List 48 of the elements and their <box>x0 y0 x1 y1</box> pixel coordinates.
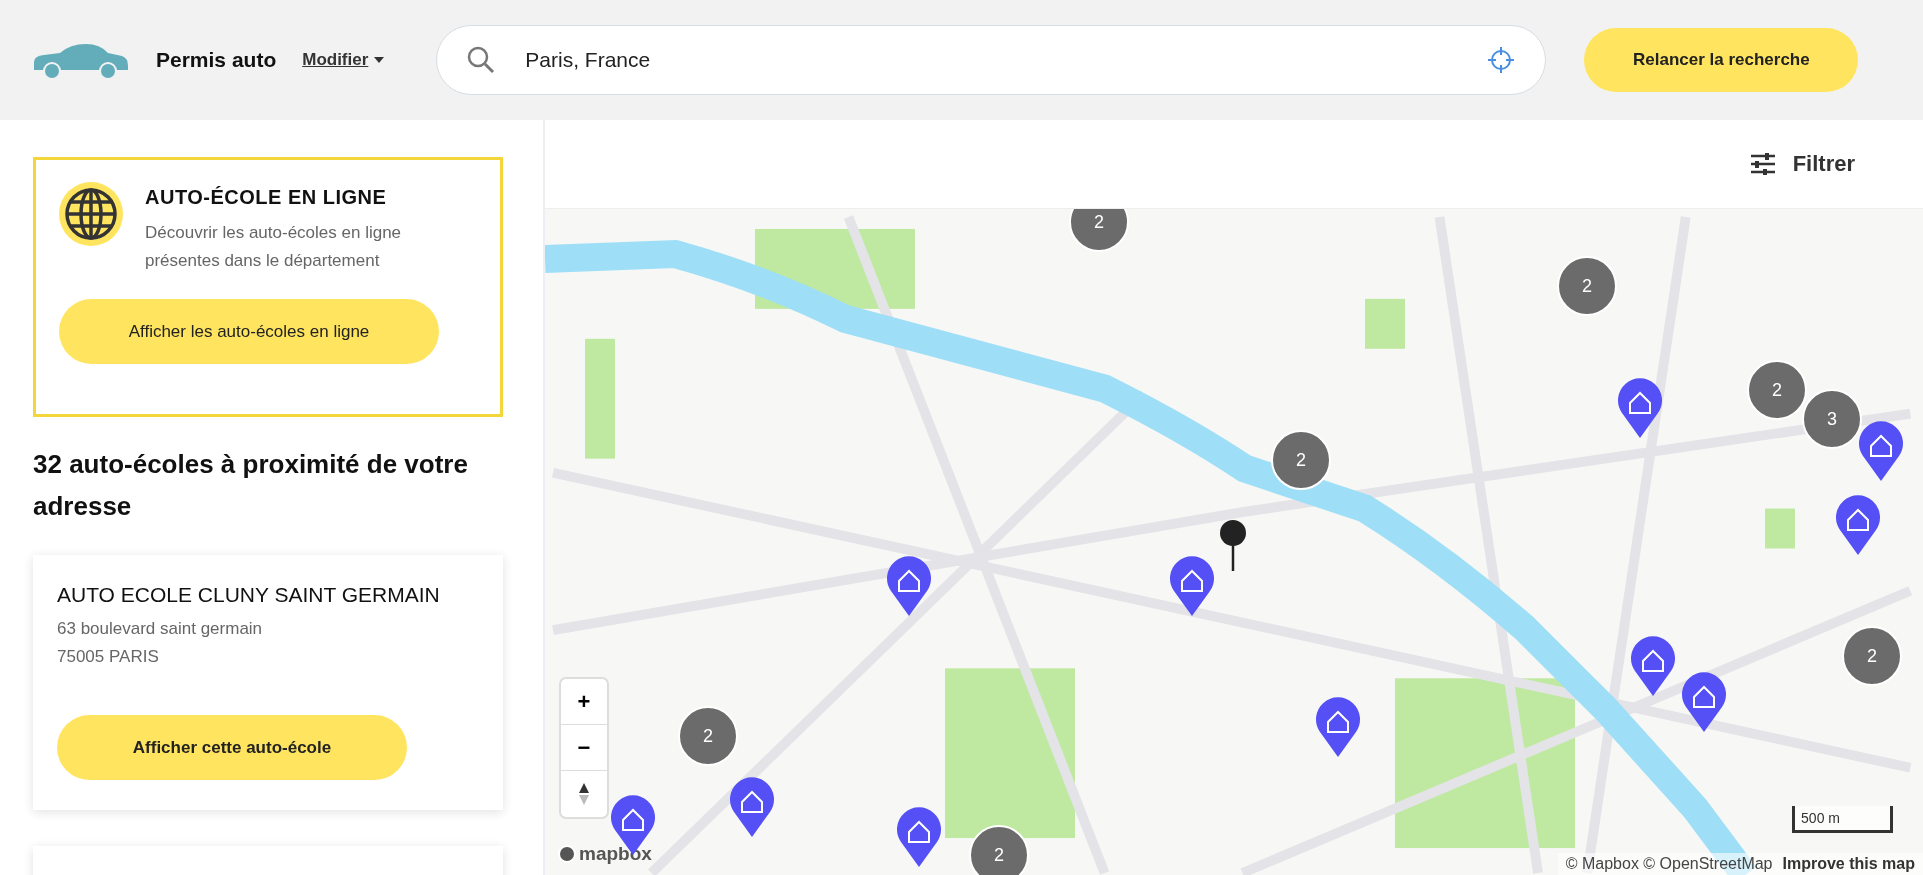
improve-map-link[interactable]: Improve this map <box>1782 855 1915 873</box>
house-pin-icon[interactable] <box>728 774 776 838</box>
cluster-marker[interactable]: 2 <box>1747 360 1807 420</box>
map-view[interactable]: mapbox 2 2 2 3 2 2 2 2 + − 500 m © Mapbox © OpenStreetMap Improve this map <box>545 209 1923 875</box>
filter-button[interactable]: Filtrer <box>1744 150 1861 178</box>
cluster-marker[interactable]: 2 <box>1842 626 1902 686</box>
relaunch-search-button[interactable]: Relancer la recherche <box>1584 28 1859 92</box>
house-pin-icon[interactable] <box>1629 633 1677 697</box>
search-field[interactable]: Paris, France <box>436 25 1547 95</box>
show-school-button[interactable]: Afficher cette auto-école <box>57 715 407 780</box>
location-pin-icon <box>1219 519 1247 571</box>
cluster-marker[interactable]: 2 <box>678 706 738 766</box>
house-pin-icon[interactable] <box>1314 694 1362 758</box>
house-pin-icon[interactable] <box>885 553 933 617</box>
cluster-marker[interactable]: 3 <box>1802 389 1862 449</box>
cluster-marker[interactable]: 2 <box>1069 209 1129 252</box>
locate-icon[interactable] <box>1487 46 1516 74</box>
globe-icon <box>59 182 123 246</box>
school-city: 75005 PARIS <box>57 646 160 668</box>
mapbox-icon <box>557 844 577 864</box>
online-school-title: AUTO-ÉCOLE EN LIGNE <box>145 186 388 209</box>
cluster-marker[interactable]: 2 <box>1271 430 1331 490</box>
show-online-schools-button[interactable]: Afficher les auto-écoles en ligne <box>59 299 439 364</box>
modify-link[interactable]: Modifier <box>302 50 385 70</box>
house-pin-icon[interactable] <box>1857 418 1905 482</box>
park-area <box>1765 508 1795 549</box>
sliders-icon <box>1750 153 1775 175</box>
caret-icon <box>374 57 385 63</box>
zoom-out-button[interactable]: − <box>561 725 607 771</box>
attribution-text: © Mapbox © OpenStreetMap <box>1565 855 1773 873</box>
results-heading: 32 auto-écoles à proximité de votre adresse <box>33 448 469 523</box>
online-school-description: Découvrir les auto-écoles en ligne présentes dans le département <box>145 222 403 272</box>
school-address: 63 boulevard saint germain <box>57 618 264 640</box>
house-pin-icon[interactable] <box>1616 375 1664 439</box>
scale-bar: 500 m <box>1792 806 1893 833</box>
house-pin-icon[interactable] <box>1680 669 1728 733</box>
search-icon <box>467 46 496 74</box>
house-pin-icon[interactable] <box>895 804 943 868</box>
house-pin-icon[interactable] <box>1168 553 1216 617</box>
compass-icon <box>579 783 589 805</box>
cluster-marker[interactable]: 2 <box>1557 256 1617 316</box>
search-input[interactable]: Paris, France <box>523 47 1460 73</box>
school-name: AUTO ECOLE CLUNY SAINT GERMAIN <box>57 583 441 607</box>
license-title: Permis auto <box>156 48 277 72</box>
zoom-in-button[interactable]: + <box>561 679 607 725</box>
mapbox-logo-text: mapbox <box>579 843 652 865</box>
house-pin-icon[interactable] <box>1834 492 1882 556</box>
park-area <box>1365 298 1405 349</box>
